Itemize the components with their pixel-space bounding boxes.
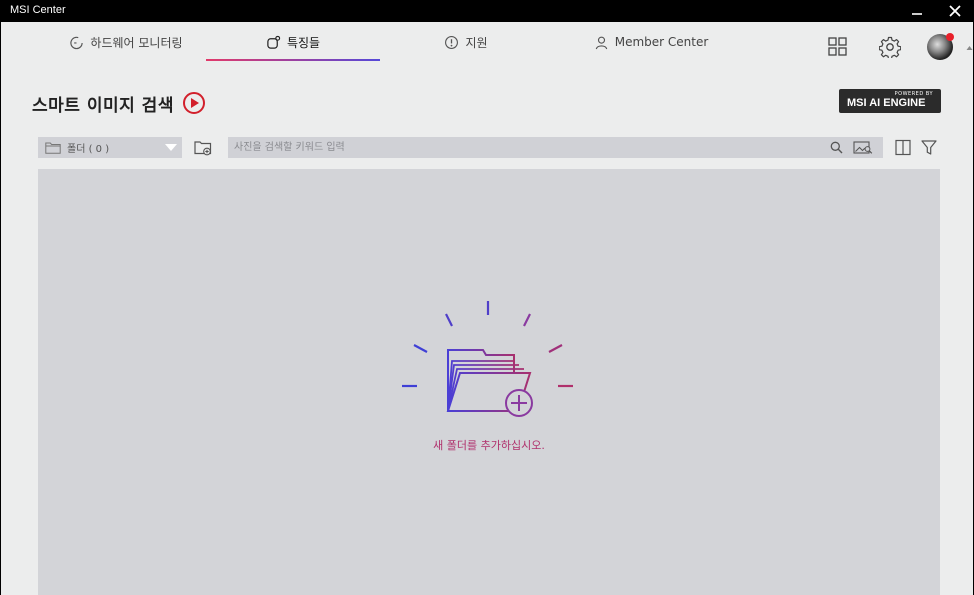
gear-icon[interactable] — [879, 36, 901, 58]
gauge-icon — [70, 36, 84, 49]
filter-icon[interactable] — [921, 139, 937, 156]
engine-label: MSI AI ENGINE — [847, 97, 926, 109]
image-content-area: 새 폴더를 추가하십시오. — [38, 169, 940, 595]
msi-ai-engine-badge: POWERED BY MSI AI ENGINE — [839, 89, 941, 113]
search-bar — [228, 137, 883, 158]
add-folder-illustration-icon[interactable] — [400, 299, 578, 429]
user-icon — [595, 36, 607, 49]
window-title: MSI Center — [10, 4, 66, 16]
tab-label: 하드웨어 모니터링 — [90, 35, 183, 50]
top-nav: 하드웨어 모니터링 특징들 지원 Member Center — [1, 22, 973, 68]
tab-label: Member Center — [614, 35, 709, 49]
title-bar: MSI Center — [0, 0, 974, 22]
close-icon — [949, 5, 961, 17]
close-button[interactable] — [938, 0, 972, 22]
play-icon — [191, 98, 199, 108]
tab-features[interactable]: 특징들 — [206, 22, 380, 62]
tab-label: 지원 — [465, 35, 488, 50]
page-title: 스마트 이미지 검색 — [32, 96, 174, 116]
image-search-icon[interactable] — [853, 140, 873, 155]
tab-label: 특징들 — [286, 35, 321, 50]
avatar[interactable] — [927, 33, 954, 60]
folder-dropdown-label: 폴더 ( 0 ) — [67, 144, 110, 155]
split-view-icon[interactable] — [895, 139, 911, 156]
folder-dropdown[interactable]: 폴더 ( 0 ) — [38, 137, 182, 158]
search-input[interactable] — [234, 140, 814, 155]
minimize-button[interactable] — [900, 0, 934, 22]
play-tutorial-button[interactable] — [183, 92, 205, 114]
active-tab-underline — [206, 59, 380, 61]
features-icon — [267, 35, 281, 49]
app-window: 하드웨어 모니터링 특징들 지원 Member Center 스마트 이미지 검… — [1, 22, 973, 595]
folder-icon — [45, 142, 61, 154]
vertical-scrollbar[interactable] — [965, 44, 974, 595]
search-icon[interactable] — [830, 141, 843, 154]
tab-member-center[interactable]: Member Center — [561, 22, 741, 62]
chevron-down-icon — [165, 144, 177, 151]
support-icon — [445, 35, 459, 49]
minimize-icon — [912, 13, 922, 15]
empty-state-message: 새 폴더를 추가하십시오. — [433, 439, 545, 452]
tab-support[interactable]: 지원 — [386, 22, 546, 62]
tab-hardware-monitoring[interactable]: 하드웨어 모니터링 — [41, 22, 211, 62]
add-folder-icon[interactable] — [194, 140, 212, 156]
notification-dot — [946, 33, 954, 41]
grid-apps-icon[interactable] — [827, 36, 849, 58]
